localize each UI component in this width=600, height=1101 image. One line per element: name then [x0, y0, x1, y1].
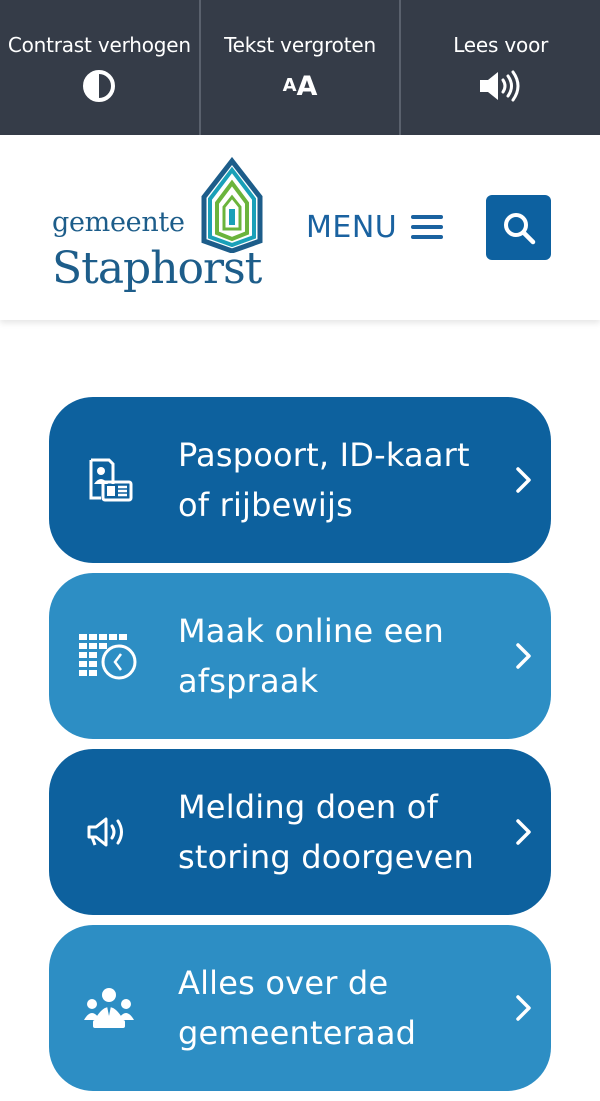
council-icon [77, 976, 141, 1040]
text-size-icon-big: A [296, 70, 318, 102]
site-header: gemeente Staphorst MENU [0, 135, 600, 320]
quick-links: Paspoort, ID-kaart of rijbewijs Maak onl… [49, 397, 551, 1101]
tile-passport-line1: Paspoort, ID-kaart [178, 436, 470, 474]
tile-council-line1: Alles over de [178, 964, 389, 1002]
chevron-right-icon [516, 995, 531, 1021]
read-aloud-button[interactable]: Lees voor [399, 0, 600, 135]
tile-council-line2: gemeenteraad [178, 1014, 417, 1052]
speaker-icon [478, 69, 524, 103]
tile-appointment-label: Maak online een afspraak [178, 606, 488, 706]
chevron-right-icon [516, 467, 531, 493]
text-size-label: Tekst vergroten [224, 33, 376, 57]
tile-council[interactable]: Alles over de gemeenteraad [49, 925, 551, 1091]
logo-text-gemeente: gemeente [52, 207, 185, 238]
read-aloud-label: Lees voor [453, 33, 549, 57]
tile-passport-label: Paspoort, ID-kaart of rijbewijs [178, 430, 488, 530]
tile-report-line1: Melding doen of [178, 788, 439, 826]
chevron-right-icon [516, 819, 531, 845]
hamburger-icon [411, 215, 444, 239]
tile-appointment-line1: Maak online een [178, 612, 444, 650]
text-size-button[interactable]: Tekst vergroten AA [198, 0, 400, 135]
search-icon [503, 212, 535, 244]
tile-passport[interactable]: Paspoort, ID-kaart of rijbewijs [49, 397, 551, 563]
tile-appointment-line2: afspraak [178, 662, 319, 700]
site-logo[interactable]: gemeente Staphorst [52, 157, 282, 302]
tile-council-label: Alles over de gemeenteraad [178, 958, 488, 1058]
id-card-icon [77, 448, 141, 512]
tile-report[interactable]: Melding doen of storing doorgeven [49, 749, 551, 915]
calendar-clock-icon [77, 624, 141, 688]
tile-passport-line2: of rijbewijs [178, 486, 353, 524]
accessibility-toolbar: Contrast verhogen Tekst vergroten AA Lee… [0, 0, 600, 135]
text-size-icon: AA [283, 69, 318, 103]
logo-mark-icon [201, 157, 263, 253]
contrast-icon [82, 69, 116, 103]
tile-report-line2: storing doorgeven [178, 838, 474, 876]
megaphone-icon [77, 800, 141, 864]
contrast-button[interactable]: Contrast verhogen [0, 0, 199, 135]
menu-label: MENU [306, 209, 398, 245]
menu-button[interactable]: MENU [306, 207, 444, 247]
chevron-right-icon [516, 643, 531, 669]
tile-report-label: Melding doen of storing doorgeven [178, 782, 488, 882]
search-button[interactable] [486, 195, 551, 260]
text-size-icon-small: A [282, 75, 297, 96]
contrast-label: Contrast verhogen [7, 33, 191, 57]
tile-appointment[interactable]: Maak online een afspraak [49, 573, 551, 739]
